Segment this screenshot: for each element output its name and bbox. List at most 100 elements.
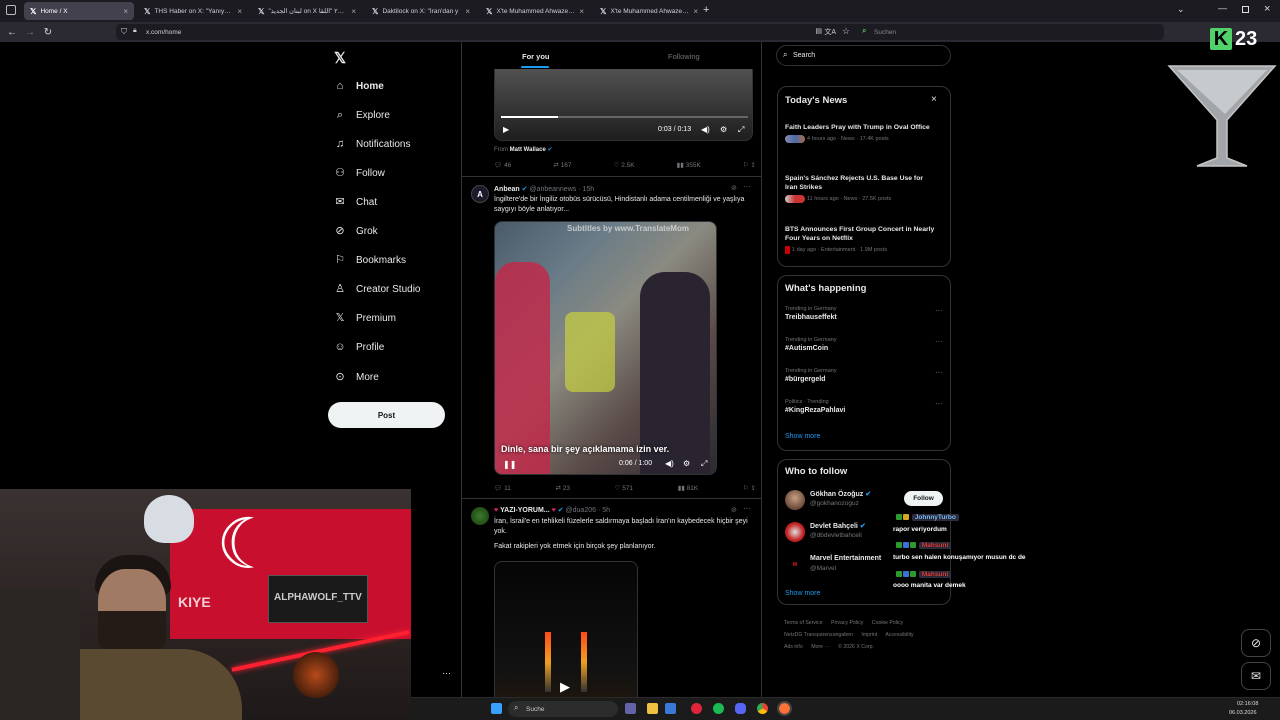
nav-explore[interactable]: ⌕ Explore [334, 109, 390, 121]
repost-button[interactable]: ⇄ 167 [553, 161, 571, 169]
footer-link[interactable]: Ads info [784, 644, 803, 650]
trend-more-icon[interactable]: ··· [935, 399, 943, 408]
tab-lebanon[interactable]: 𝕏 "لبنان الجديد on X ٢٠٢٥ "اللقا × [252, 2, 362, 20]
trend-item[interactable]: Trending in Germany Treibhauseffekt ··· [785, 306, 943, 321]
avatar[interactable]: M [785, 555, 805, 575]
nav-follow[interactable]: ⚇ Follow [334, 167, 385, 179]
post-more-icon[interactable]: ··· [743, 182, 751, 191]
trend-item[interactable]: Trending in Germany #AutismCoin ··· [785, 337, 943, 352]
reply-button[interactable]: 💬︎ 11 [494, 484, 511, 492]
close-tab-icon[interactable]: × [465, 7, 470, 16]
close-tab-icon[interactable]: × [237, 7, 242, 16]
grok-icon[interactable]: ⊘ [731, 506, 737, 514]
windows-start-icon[interactable] [491, 703, 502, 714]
nav-premium[interactable]: 𝕏 Premium [334, 312, 396, 324]
bookmark-button[interactable]: ⚐ ⇪ [743, 161, 756, 169]
clock-time[interactable]: 02:16:08 [1237, 701, 1258, 707]
trend-item[interactable]: Trending in Germany #bürgergeld ··· [785, 368, 943, 383]
tab-following[interactable]: Following [668, 52, 700, 61]
avatar[interactable]: A [471, 185, 489, 203]
bookmark-button[interactable]: ⚐ ⇪ [743, 484, 756, 492]
tab-overflow-icon[interactable]: ⌄ [1177, 4, 1185, 15]
post-anbean[interactable]: A Anbean ✔ @anbeannews · 15h ⊘ ··· İngil… [462, 176, 761, 498]
back-icon[interactable]: ← [3, 27, 21, 38]
nav-home[interactable]: ⌂ Home [334, 80, 384, 92]
nav-chat[interactable]: ✉ Chat [334, 196, 377, 208]
post-time[interactable]: · 5h [598, 507, 610, 514]
messages-float-button[interactable]: ✉ [1241, 662, 1271, 690]
close-tab-icon[interactable]: × [579, 7, 584, 16]
tab-for-you[interactable]: For you [522, 52, 550, 61]
settings-icon[interactable]: ⚙ [720, 125, 727, 134]
close-tab-icon[interactable]: × [351, 7, 356, 16]
search-input[interactable]: ⌕ Search [776, 45, 951, 66]
nav-grok[interactable]: ⊘ Grok [334, 225, 377, 237]
footer-link[interactable]: Cookie Policy [872, 620, 903, 626]
volume-icon[interactable]: ◀) [701, 125, 710, 134]
views-button[interactable]: ▮▮ 81K [678, 484, 699, 492]
footer-link[interactable]: Terms of Service [784, 620, 823, 626]
post-more-icon[interactable]: ··· [743, 504, 751, 513]
tab-daktilock[interactable]: 𝕏 Daktilock on X: "İran'dan y × [366, 2, 476, 20]
minimize-icon[interactable]: — [1218, 3, 1227, 13]
close-icon[interactable]: × [931, 94, 937, 105]
news-item[interactable]: Faith Leaders Pray with Trump in Oval Of… [785, 123, 935, 143]
post-time[interactable]: · 15h [578, 186, 594, 193]
nav-bookmarks[interactable]: ⚐ Bookmarks [334, 254, 406, 266]
opera-icon[interactable] [691, 703, 702, 714]
account-more-icon[interactable]: ··· [442, 668, 451, 678]
avatar[interactable] [785, 522, 805, 542]
fullscreen-icon[interactable]: ⤢ [701, 459, 707, 469]
post-button[interactable]: Post [328, 402, 445, 428]
discord-icon[interactable] [735, 703, 746, 714]
firefox-icon[interactable] [777, 701, 792, 716]
footer-link[interactable]: Accessibility [885, 632, 913, 638]
author-name[interactable]: Anbean [494, 186, 520, 193]
video-player[interactable]: ▶ 0:03 / 0:13 ◀) ⚙ ⤢ [494, 62, 753, 141]
forward-icon[interactable]: → [21, 27, 39, 38]
tab-ths-haber[interactable]: 𝕏 THS Haber on X: "Yanıyor 🔥 İr" × [138, 2, 248, 20]
author-name[interactable]: YAZI-YORUM... [500, 507, 550, 514]
trend-more-icon[interactable]: ··· [935, 337, 943, 346]
trend-item[interactable]: Politics · Trending #KingRezaPahlavi ··· [785, 399, 943, 414]
clock-date[interactable]: 06.03.2026 [1229, 710, 1257, 716]
chrome-icon[interactable] [757, 703, 768, 714]
footer-link[interactable]: NetzDG Transparenzangaben [784, 632, 853, 638]
maximize-icon[interactable] [1242, 6, 1249, 13]
like-button[interactable]: ♡ 2.5K [614, 161, 635, 169]
lock-icon[interactable]: 🔒︎ [133, 27, 137, 35]
nav-notifications[interactable]: ♫ Notifications [334, 138, 411, 150]
folder-icon[interactable] [665, 703, 676, 714]
video-player[interactable]: Subtitles by www.TranslateMom Dinle, san… [494, 221, 717, 475]
video-progress-bar[interactable] [501, 116, 748, 118]
grok-float-button[interactable]: ⊘ [1241, 629, 1271, 657]
taskbar-search[interactable]: ⌕ Suche [508, 701, 618, 717]
tab-home[interactable]: 𝕏 Home / X × [24, 2, 134, 20]
footer-link[interactable]: Imprint [861, 632, 877, 638]
tab-ahwaze-1[interactable]: 𝕏 X'te Muhammed Ahwaze: "Zev × [480, 2, 590, 20]
translate-icon[interactable]: 文A [824, 27, 836, 37]
play-icon[interactable]: ▶ [560, 679, 570, 695]
play-icon[interactable]: ▶ [503, 125, 509, 134]
address-bar[interactable]: ⛉ 🔒︎ x.com/home ▤ 文A ☆ [116, 24, 864, 40]
spotify-icon[interactable] [713, 703, 724, 714]
tab-ahwaze-2[interactable]: 𝕏 X'te Muhammed Ahwaze: "Test × [594, 2, 704, 20]
shield-icon[interactable]: ⛉ [121, 27, 127, 37]
show-more-link[interactable]: Show more [785, 590, 820, 597]
tab-list-icon[interactable] [6, 5, 16, 15]
volume-icon[interactable]: ◀) [665, 459, 674, 468]
file-explorer-icon[interactable] [647, 703, 658, 714]
bookmark-star-icon[interactable]: ☆ [842, 26, 850, 37]
nav-creator-studio[interactable]: ♙ Creator Studio [334, 283, 420, 295]
footer-link[interactable]: More ··· [811, 644, 829, 650]
news-item[interactable]: BTS Announces First Group Concert in Nea… [785, 225, 935, 254]
trend-more-icon[interactable]: ··· [935, 306, 943, 315]
grok-icon[interactable]: ⊘ [731, 184, 737, 192]
trend-more-icon[interactable]: ··· [935, 368, 943, 377]
avatar[interactable] [471, 507, 489, 525]
browser-search-field[interactable]: ⌕ Suchen [858, 24, 1164, 40]
x-home-logo[interactable]: 𝕏 [334, 49, 346, 67]
close-tab-icon[interactable]: × [693, 7, 698, 16]
source-name[interactable]: Matt Wallace [510, 147, 546, 153]
new-tab-icon[interactable]: + [703, 4, 709, 16]
